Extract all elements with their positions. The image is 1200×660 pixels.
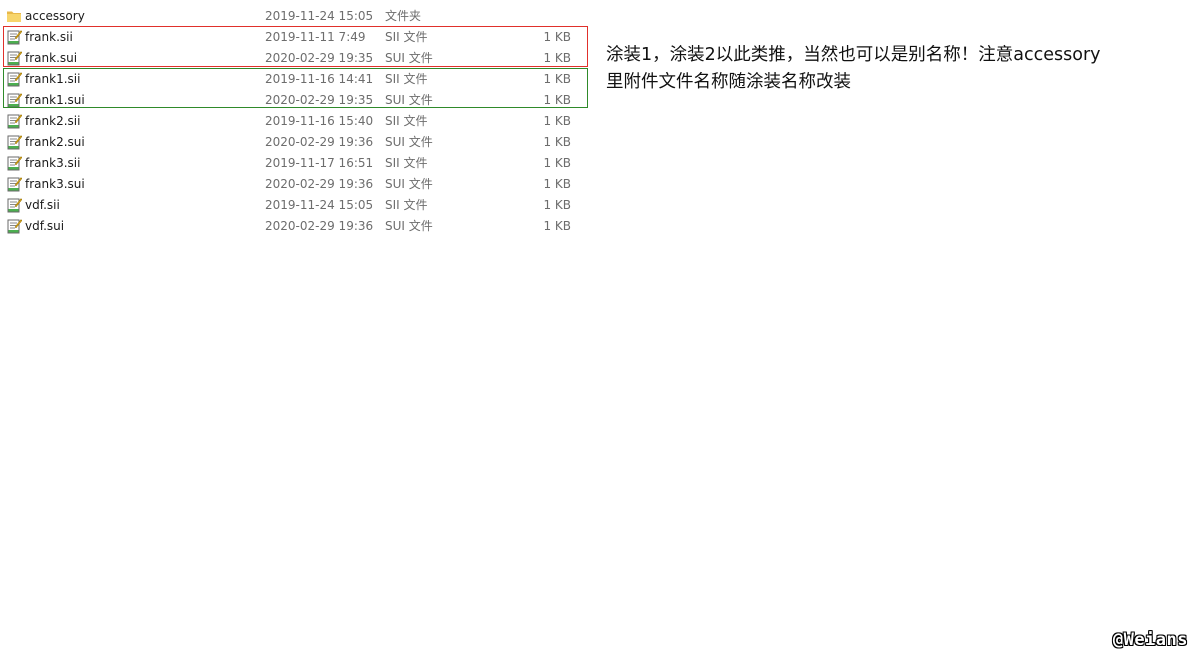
file-name: frank2.sii	[25, 114, 81, 128]
text-file-icon	[7, 30, 22, 45]
file-row-frank-sui[interactable]: frank.sui 2020-02-29 19:35 SUI 文件 1 KB	[0, 48, 600, 69]
text-file-icon	[7, 219, 22, 234]
file-row-frank-sii[interactable]: frank.sii 2019-11-11 7:49 SII 文件 1 KB	[0, 27, 600, 48]
file-size: 1 KB	[543, 219, 571, 233]
file-row-frank1-sui[interactable]: frank1.sui 2020-02-29 19:35 SUI 文件 1 KB	[0, 90, 600, 111]
file-date: 2020-02-29 19:35	[265, 51, 374, 65]
file-size: 1 KB	[543, 93, 571, 107]
file-name: frank3.sui	[25, 177, 85, 191]
file-type: SII 文件	[385, 198, 428, 212]
file-size: 1 KB	[543, 51, 571, 65]
file-type: SUI 文件	[385, 219, 433, 233]
file-size: 1 KB	[543, 135, 571, 149]
file-date: 2019-11-16 14:41	[265, 72, 374, 86]
file-row-accessory[interactable]: accessory 2019-11-24 15:05 文件夹	[0, 6, 600, 27]
file-size: 1 KB	[543, 156, 571, 170]
file-type: 文件夹	[385, 9, 422, 23]
file-type: SUI 文件	[385, 51, 433, 65]
file-name: frank2.sui	[25, 135, 85, 149]
file-type: SII 文件	[385, 114, 428, 128]
explorer-page: accessory 2019-11-24 15:05 文件夹 frank.sii…	[0, 0, 1200, 660]
file-date: 2020-02-29 19:35	[265, 93, 374, 107]
file-date: 2020-02-29 19:36	[265, 219, 374, 233]
file-name: vdf.sii	[25, 198, 60, 212]
annotation-line: 里附件文件名称随涂装名称改装	[606, 72, 851, 92]
file-type: SUI 文件	[385, 135, 433, 149]
file-date: 2019-11-24 15:05	[265, 9, 374, 23]
file-date: 2019-11-17 16:51	[265, 156, 374, 170]
file-row-vdf-sui[interactable]: vdf.sui 2020-02-29 19:36 SUI 文件 1 KB	[0, 216, 600, 237]
file-row-frank3-sui[interactable]: frank3.sui 2020-02-29 19:36 SUI 文件 1 KB	[0, 174, 600, 195]
text-file-icon	[7, 72, 22, 87]
annotation-line: 涂装1，涂装2以此类推，当然也可以是别名称！注意accessory	[606, 45, 1101, 65]
file-name: frank3.sii	[25, 156, 81, 170]
file-date: 2020-02-29 19:36	[265, 177, 374, 191]
file-date: 2019-11-11 7:49	[265, 30, 366, 44]
folder-icon	[7, 11, 21, 22]
file-name: accessory	[25, 9, 85, 23]
text-file-icon	[7, 114, 22, 129]
file-row-frank2-sui[interactable]: frank2.sui 2020-02-29 19:36 SUI 文件 1 KB	[0, 132, 600, 153]
file-type: SII 文件	[385, 30, 428, 44]
file-row-frank3-sii[interactable]: frank3.sii 2019-11-17 16:51 SII 文件 1 KB	[0, 153, 600, 174]
text-file-icon	[7, 51, 22, 66]
file-date: 2019-11-16 15:40	[265, 114, 374, 128]
file-name: frank.sui	[25, 51, 78, 65]
file-type: SII 文件	[385, 72, 428, 86]
text-file-icon	[7, 93, 22, 108]
file-date: 2019-11-24 15:05	[265, 198, 374, 212]
file-size: 1 KB	[543, 177, 571, 191]
file-row-frank1-sii[interactable]: frank1.sii 2019-11-16 14:41 SII 文件 1 KB	[0, 69, 600, 90]
file-type: SUI 文件	[385, 93, 433, 107]
file-type: SUI 文件	[385, 177, 433, 191]
file-size: 1 KB	[543, 198, 571, 212]
file-name: vdf.sui	[25, 219, 65, 233]
file-row-vdf-sii[interactable]: vdf.sii 2019-11-24 15:05 SII 文件 1 KB	[0, 195, 600, 216]
text-file-icon	[7, 156, 22, 171]
file-row-frank2-sii[interactable]: frank2.sii 2019-11-16 15:40 SII 文件 1 KB	[0, 111, 600, 132]
file-list: accessory 2019-11-24 15:05 文件夹 frank.sii…	[0, 6, 600, 237]
file-type: SII 文件	[385, 156, 428, 170]
file-name: frank.sii	[25, 30, 73, 44]
file-size: 1 KB	[543, 72, 571, 86]
annotation-text: 涂装1，涂装2以此类推，当然也可以是别名称！注意accessory 里附件文件名…	[606, 42, 1166, 96]
file-name: frank1.sii	[25, 72, 81, 86]
text-file-icon	[7, 198, 22, 213]
file-date: 2020-02-29 19:36	[265, 135, 374, 149]
file-size: 1 KB	[543, 30, 571, 44]
text-file-icon	[7, 177, 22, 192]
file-size: 1 KB	[543, 114, 571, 128]
file-name: frank1.sui	[25, 93, 85, 107]
watermark: @Weians	[1112, 630, 1188, 650]
text-file-icon	[7, 135, 22, 150]
